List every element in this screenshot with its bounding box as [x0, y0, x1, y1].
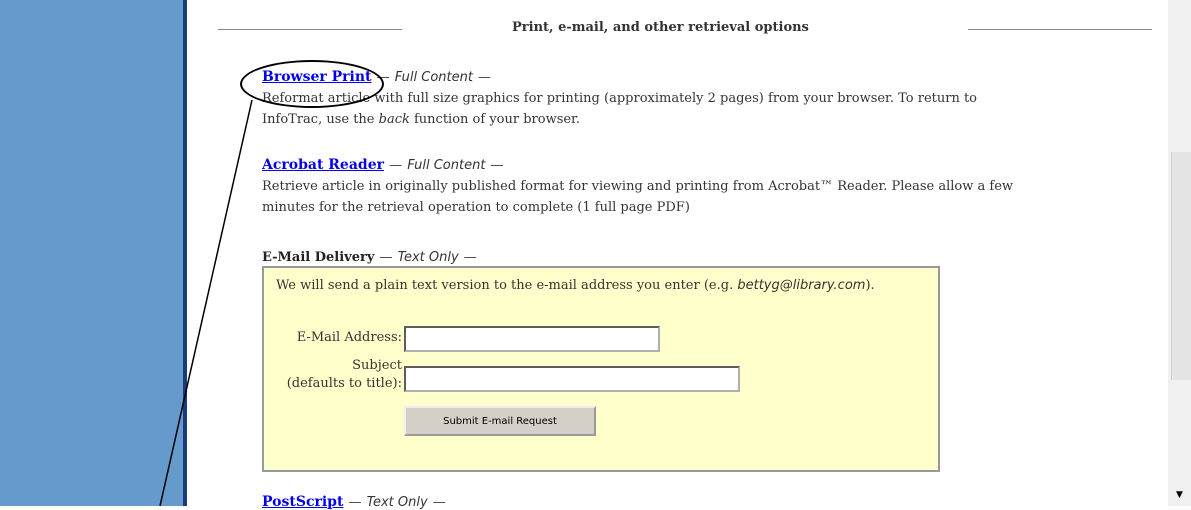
annotation-pointer-line [159, 99, 253, 506]
